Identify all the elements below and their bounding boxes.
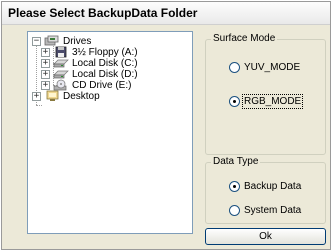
radio-label: RGB_MODE	[241, 94, 304, 109]
select-folder-dialog: Please Select BackupData Folder − Drives…	[1, 1, 331, 250]
title-bar: Please Select BackupData Folder	[2, 2, 330, 25]
collapse-icon[interactable]: −	[32, 36, 41, 46]
radio-label: YUV_MODE	[244, 62, 301, 73]
surface-mode-label: Surface Mode	[211, 33, 278, 44]
expand-icon[interactable]: +	[41, 47, 50, 57]
expand-icon[interactable]: +	[32, 91, 41, 101]
yuv-mode-radio[interactable]: YUV_MODE	[229, 62, 300, 73]
rgb-mode-radio[interactable]: RGB_MODE	[229, 94, 304, 109]
surface-mode-group: Surface Mode YUV_MODE RGB_MODE	[205, 33, 326, 155]
expand-icon[interactable]: +	[41, 80, 50, 90]
tree-node-label: Desktop	[63, 90, 100, 102]
backup-data-radio[interactable]: Backup Data	[229, 181, 301, 192]
tree-node-label: Drives	[63, 35, 92, 47]
dialog-title: Please Select BackupData Folder	[8, 6, 198, 20]
folder-tree[interactable]: − Drives + 3½ Floppy (A:) + Local Disk (…	[27, 31, 193, 234]
radio-unchecked-icon[interactable]	[229, 205, 240, 216]
expand-icon[interactable]: +	[41, 58, 50, 68]
data-type-label: Data Type	[211, 156, 261, 167]
tree-node-desktop[interactable]: + Desktop	[32, 90, 100, 102]
radio-label: Backup Data	[244, 181, 302, 192]
system-data-radio[interactable]: System Data	[229, 205, 301, 216]
radio-checked-icon[interactable]	[229, 96, 240, 107]
desktop-icon	[44, 90, 60, 102]
tree-node-label: 3½ Floppy (A:)	[72, 46, 138, 58]
radio-unchecked-icon[interactable]	[229, 62, 240, 73]
ok-button[interactable]: Ok	[205, 228, 326, 245]
tree-node-label: Local Disk (C:)	[72, 57, 138, 69]
data-type-group: Data Type Backup Data System Data	[205, 156, 326, 224]
tree-node-label: CD Drive (E:)	[72, 79, 132, 91]
radio-label: System Data	[244, 205, 302, 216]
radio-checked-icon[interactable]	[229, 181, 240, 192]
expand-icon[interactable]: +	[41, 69, 50, 79]
tree-node-label: Local Disk (D:)	[72, 68, 138, 80]
